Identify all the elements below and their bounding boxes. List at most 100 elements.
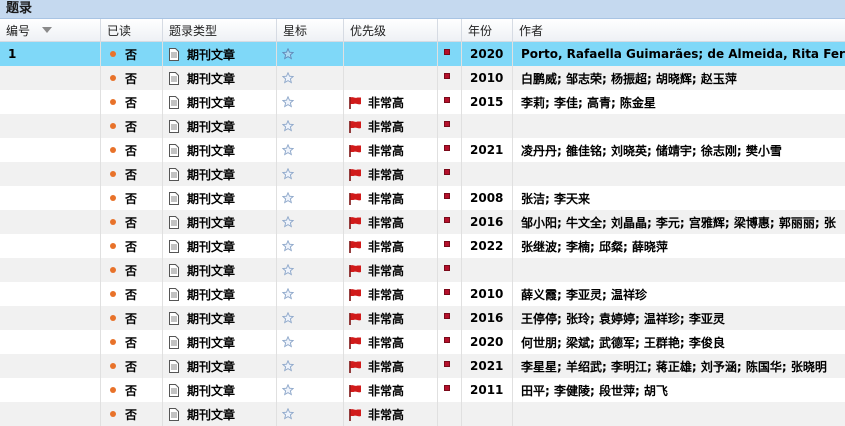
table-row[interactable]: 否 期刊文章 非常高 2016 王停停; 张玲; 袁婷婷; 温祥珍; 李亚灵 xyxy=(0,306,845,330)
table-row[interactable]: 否 期刊文章 非常高 2016 邹小阳; 牛文全; 刘晶晶; 李元; 宫雅辉; … xyxy=(0,210,845,234)
read-cell[interactable]: 否 xyxy=(101,66,163,90)
star-cell[interactable] xyxy=(277,402,344,426)
priority-cell[interactable] xyxy=(344,66,438,90)
read-cell[interactable]: 否 xyxy=(101,90,163,114)
marker-cell[interactable] xyxy=(438,330,462,354)
read-cell[interactable]: 否 xyxy=(101,186,163,210)
column-header-read[interactable]: 已读 xyxy=(101,19,163,41)
read-cell[interactable]: 否 xyxy=(101,306,163,330)
priority-cell[interactable]: 非常高 xyxy=(344,402,438,426)
priority-cell[interactable]: 非常高 xyxy=(344,138,438,162)
priority-cell[interactable]: 非常高 xyxy=(344,210,438,234)
star-cell[interactable] xyxy=(277,234,344,258)
read-cell[interactable]: 否 xyxy=(101,138,163,162)
column-header-author[interactable]: 作者 xyxy=(513,19,845,41)
star-icon[interactable] xyxy=(282,336,294,348)
column-header-type[interactable]: 题录类型 xyxy=(163,19,277,41)
table-row[interactable]: 否 期刊文章 2010 白鹏威; 邹志荣; 杨振超; 胡晓辉; 赵玉萍 xyxy=(0,66,845,90)
read-cell[interactable]: 否 xyxy=(101,354,163,378)
priority-cell[interactable]: 非常高 xyxy=(344,90,438,114)
marker-cell[interactable] xyxy=(438,90,462,114)
star-icon[interactable] xyxy=(282,240,294,252)
star-cell[interactable] xyxy=(277,258,344,282)
star-cell[interactable] xyxy=(277,306,344,330)
marker-cell[interactable] xyxy=(438,138,462,162)
star-cell[interactable] xyxy=(277,186,344,210)
read-cell[interactable]: 否 xyxy=(101,258,163,282)
star-icon[interactable] xyxy=(282,216,294,228)
table-row[interactable]: 1 否 期刊文章 2020 Porto, Rafaella Guimarães; xyxy=(0,42,845,66)
star-icon[interactable] xyxy=(282,312,294,324)
marker-cell[interactable] xyxy=(438,402,462,426)
priority-cell[interactable]: 非常高 xyxy=(344,186,438,210)
star-cell[interactable] xyxy=(277,354,344,378)
marker-cell[interactable] xyxy=(438,114,462,138)
star-cell[interactable] xyxy=(277,114,344,138)
priority-cell[interactable]: 非常高 xyxy=(344,378,438,402)
star-icon[interactable] xyxy=(282,408,294,420)
priority-cell[interactable]: 非常高 xyxy=(344,354,438,378)
priority-cell[interactable]: 非常高 xyxy=(344,306,438,330)
column-header-star[interactable]: 星标 xyxy=(277,19,344,41)
star-cell[interactable] xyxy=(277,378,344,402)
star-icon[interactable] xyxy=(282,120,294,132)
marker-cell[interactable] xyxy=(438,378,462,402)
priority-cell[interactable]: 非常高 xyxy=(344,114,438,138)
marker-cell[interactable] xyxy=(438,282,462,306)
star-icon[interactable] xyxy=(282,360,294,372)
table-row[interactable]: 否 期刊文章 非常高 xyxy=(0,114,845,138)
table-row[interactable]: 否 期刊文章 非常高 2021 凌丹丹; 雒佳铭; 刘晓英; 储靖宇; 徐志刚;… xyxy=(0,138,845,162)
table-row[interactable]: 否 期刊文章 非常高 2010 薛义霞; 李亚灵; 温祥珍 xyxy=(0,282,845,306)
priority-cell[interactable]: 非常高 xyxy=(344,234,438,258)
star-cell[interactable] xyxy=(277,210,344,234)
star-icon[interactable] xyxy=(282,384,294,396)
read-cell[interactable]: 否 xyxy=(101,210,163,234)
read-cell[interactable]: 否 xyxy=(101,162,163,186)
star-cell[interactable] xyxy=(277,330,344,354)
column-header-year[interactable]: 年份 xyxy=(462,19,513,41)
star-cell[interactable] xyxy=(277,90,344,114)
marker-cell[interactable] xyxy=(438,258,462,282)
table-row[interactable]: 否 期刊文章 非常高 xyxy=(0,402,845,426)
marker-cell[interactable] xyxy=(438,186,462,210)
read-cell[interactable]: 否 xyxy=(101,330,163,354)
marker-cell[interactable] xyxy=(438,210,462,234)
star-icon[interactable] xyxy=(282,72,294,84)
read-cell[interactable]: 否 xyxy=(101,402,163,426)
priority-cell[interactable]: 非常高 xyxy=(344,330,438,354)
table-row[interactable]: 否 期刊文章 非常高 xyxy=(0,258,845,282)
star-icon[interactable] xyxy=(282,168,294,180)
star-icon[interactable] xyxy=(282,288,294,300)
star-icon[interactable] xyxy=(282,144,294,156)
marker-cell[interactable] xyxy=(438,66,462,90)
priority-cell[interactable]: 非常高 xyxy=(344,258,438,282)
read-cell[interactable]: 否 xyxy=(101,282,163,306)
read-cell[interactable]: 否 xyxy=(101,42,163,66)
marker-cell[interactable] xyxy=(438,306,462,330)
marker-cell[interactable] xyxy=(438,234,462,258)
table-row[interactable]: 否 期刊文章 非常高 xyxy=(0,162,845,186)
marker-cell[interactable] xyxy=(438,162,462,186)
read-cell[interactable]: 否 xyxy=(101,114,163,138)
table-row[interactable]: 否 期刊文章 非常高 2022 张继波; 李楠; 邱粲; 薛晓萍 xyxy=(0,234,845,258)
star-icon[interactable] xyxy=(282,264,294,276)
table-row[interactable]: 否 期刊文章 非常高 2021 李星星; 羊绍武; 李明江; 蒋正雄; 刘予涵;… xyxy=(0,354,845,378)
column-header-marker[interactable] xyxy=(438,19,462,41)
read-cell[interactable]: 否 xyxy=(101,378,163,402)
column-header-id[interactable]: 编号 xyxy=(0,19,101,41)
star-cell[interactable] xyxy=(277,162,344,186)
star-cell[interactable] xyxy=(277,282,344,306)
table-row[interactable]: 否 期刊文章 非常高 2008 张洁; 李天来 xyxy=(0,186,845,210)
star-cell[interactable] xyxy=(277,66,344,90)
priority-cell[interactable] xyxy=(344,42,438,66)
star-cell[interactable] xyxy=(277,138,344,162)
table-row[interactable]: 否 期刊文章 非常高 2015 李莉; 李佳; 高青; 陈金星 xyxy=(0,90,845,114)
star-icon[interactable] xyxy=(282,96,294,108)
star-cell[interactable] xyxy=(277,42,344,66)
read-cell[interactable]: 否 xyxy=(101,234,163,258)
table-row[interactable]: 否 期刊文章 非常高 2011 田平; 李健陵; 段世萍; 胡飞 xyxy=(0,378,845,402)
priority-cell[interactable]: 非常高 xyxy=(344,282,438,306)
star-icon[interactable] xyxy=(282,192,294,204)
column-header-priority[interactable]: 优先级 xyxy=(344,19,438,41)
priority-cell[interactable]: 非常高 xyxy=(344,162,438,186)
